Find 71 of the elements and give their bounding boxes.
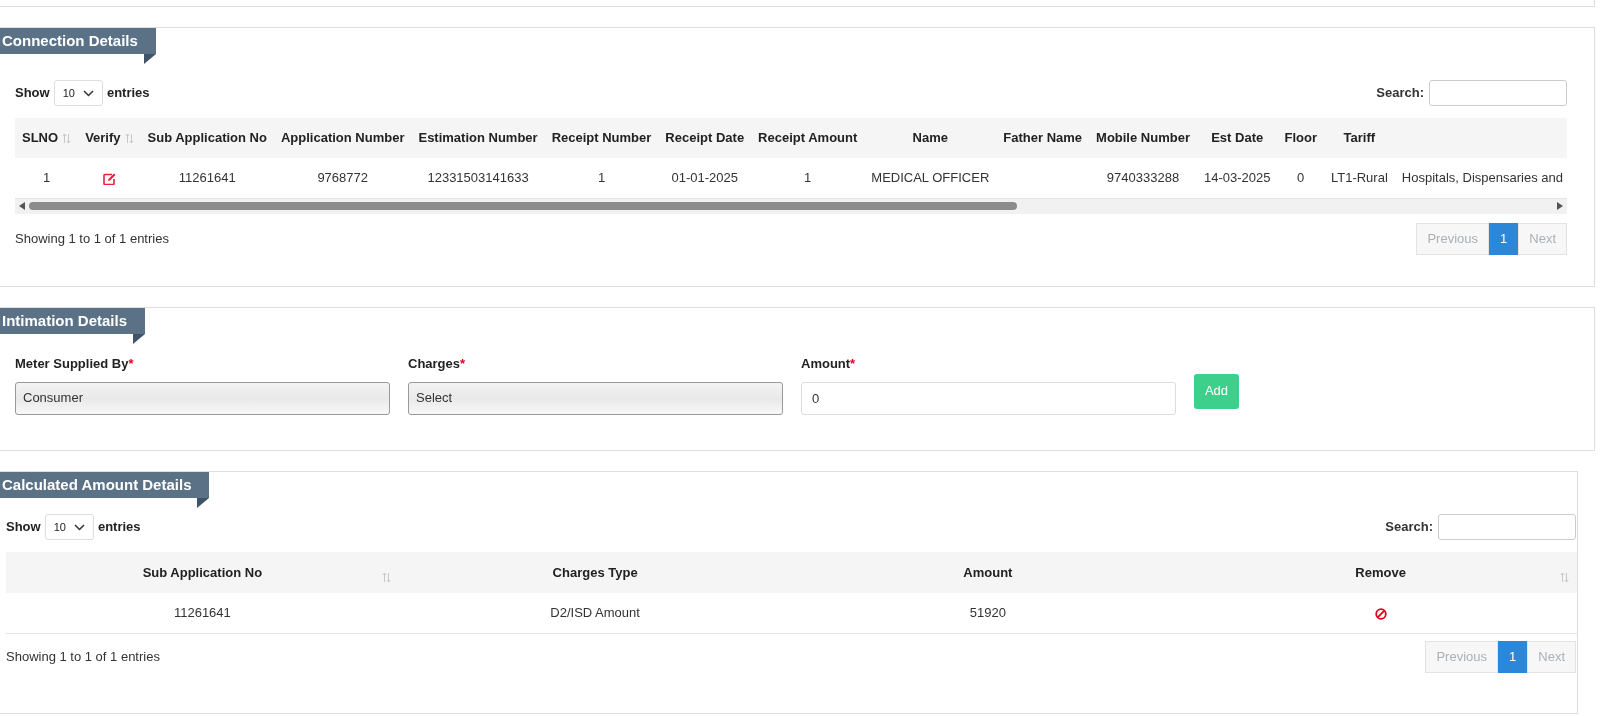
scroll-left-icon[interactable] [19,202,25,210]
ribbon-fold-icon [143,54,156,64]
field-label: Charges* [408,355,467,373]
ribbon-fold-icon [133,334,146,344]
field-label: Meter Supplied By* [15,355,135,373]
show-label: Show [15,84,50,103]
column-header[interactable]: Mobile Number [1096,128,1190,148]
column-header[interactable]: Name [912,128,948,148]
table-cell: D2/ISD Amount [550,605,640,620]
sort-icon[interactable] [1560,572,1569,584]
chevron-down-icon [82,89,94,97]
table-cell: 9768772 [317,170,368,185]
search-field[interactable] [1429,80,1567,106]
section-heading: Connection Details [0,28,156,54]
ribbon-fold-icon [197,498,210,508]
column-header[interactable]: Estimation Number [418,128,538,148]
column-header[interactable]: Amount [963,564,1013,580]
column-header[interactable]: Tariff [1343,128,1376,148]
column-header[interactable]: Floor [1284,128,1317,148]
table-cell: 0 [1297,170,1305,185]
column-header[interactable]: Charges Type [552,564,638,580]
table-cell: 1 [804,170,812,185]
column-header[interactable]: Receipt Number [551,128,652,148]
select-field[interactable]: Select [408,381,783,415]
section-heading: Calculated Amount Details [0,472,210,498]
table-cell: LT1-Rural [1330,170,1388,185]
entries-label: entries [97,518,141,537]
column-header[interactable]: Sub Application No [142,564,263,580]
table-cell: Hospitals, Dispensaries and [1401,170,1563,185]
edit-icon[interactable] [102,172,116,185]
chevron-down-icon [73,523,85,531]
select-field[interactable]: Consumer [15,381,390,415]
remove-icon[interactable] [1374,607,1387,620]
search-label: Search: [1385,518,1433,537]
table-cell: 01-01-2025 [671,170,738,185]
column-header[interactable]: Father Name [1003,128,1083,148]
column-header[interactable]: Sub Application No [147,128,267,148]
column-header[interactable]: Verify [85,128,121,148]
table-info: Showing 1 to 1 of 1 entries [6,647,160,666]
search-field[interactable] [1438,514,1576,540]
table-info: Showing 1 to 1 of 1 entries [15,229,169,248]
sort-icon[interactable] [124,132,134,144]
page-size-select[interactable]: 10 [53,80,103,106]
scrollbar-thumb[interactable] [29,202,1017,210]
column-header[interactable]: Receipt Date [665,128,745,148]
pagination-button[interactable]: 1 [1498,640,1528,673]
search-label: Search: [1376,84,1424,103]
column-header[interactable]: Remove [1355,564,1406,580]
pagination-button[interactable]: 1 [1489,222,1519,255]
section-heading: Intimation Details [0,308,146,334]
show-label: Show [6,518,41,537]
entries-label: entries [106,84,150,103]
column-header[interactable]: Receipt Amount [758,128,858,148]
table-cell: 1 [597,170,606,185]
sort-icon[interactable] [62,132,72,144]
table-cell: 12331503141633 [427,170,529,185]
page-size-select[interactable]: 10 [44,514,94,540]
table-cell: 14-03-2025 [1203,170,1271,185]
table-cell: MEDICAL OFFICER [871,170,990,185]
column-header[interactable]: Est Date [1211,128,1264,148]
column-header[interactable]: Application Number [280,128,405,148]
table-cell: 9740333288 [1106,170,1180,185]
table-cell: 51920 [969,605,1006,620]
amount-field[interactable]: 0 [801,381,1176,415]
column-header[interactable]: SLNO [22,128,59,148]
field-label: Amount* [801,355,857,373]
table-cell: 11261641 [178,170,236,185]
table-cell: 1 [42,170,51,185]
sort-icon[interactable] [381,572,391,584]
scroll-right-icon[interactable] [1557,202,1563,210]
table-cell: 11261641 [173,605,231,620]
